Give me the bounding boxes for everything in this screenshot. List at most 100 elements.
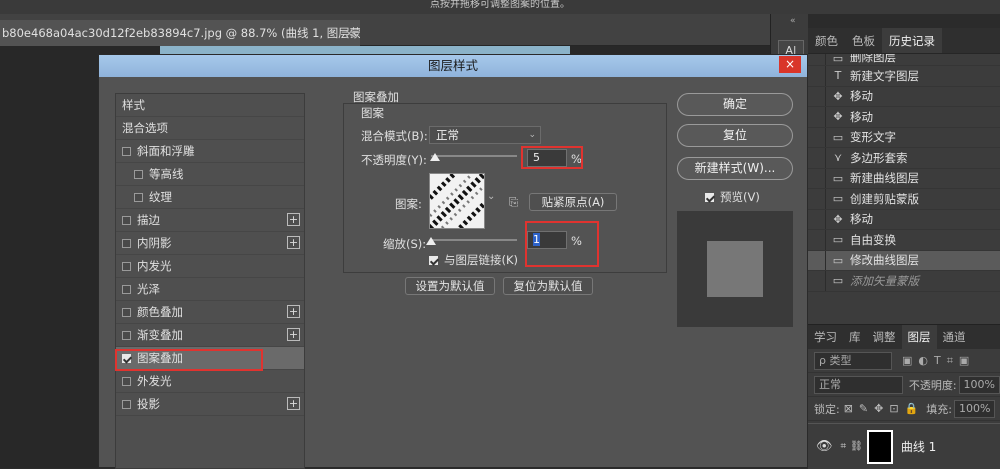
history-brush-slot[interactable] bbox=[808, 250, 826, 270]
style-checkbox[interactable] bbox=[122, 261, 131, 271]
snap-to-origin-button[interactable]: 贴紧原点(A) bbox=[529, 193, 617, 211]
opacity-slider-knob[interactable] bbox=[430, 153, 441, 161]
ok-button[interactable]: 确定 bbox=[677, 93, 793, 116]
style-checkbox[interactable] bbox=[122, 284, 131, 294]
layer-filter-select[interactable]: ρ 类型 bbox=[814, 351, 892, 370]
history-brush-slot[interactable] bbox=[808, 168, 826, 188]
style-item[interactable]: 纹理 bbox=[116, 186, 304, 209]
layer-name[interactable]: 曲线 1 bbox=[901, 438, 936, 455]
preview-checkbox[interactable]: 预览(V) bbox=[705, 189, 760, 205]
history-brush-slot[interactable] bbox=[808, 148, 826, 168]
dialog-title-bar[interactable]: 图层样式 × bbox=[99, 55, 807, 77]
collapse-panels-icon[interactable]: « bbox=[790, 16, 796, 26]
layer-blend-select[interactable]: 正常 bbox=[814, 375, 903, 394]
preview-checkbox-box[interactable] bbox=[705, 192, 714, 202]
style-item[interactable]: 描边 + bbox=[116, 209, 304, 232]
style-item[interactable]: 内阴影 + bbox=[116, 232, 304, 255]
tab-libraries[interactable]: 库 bbox=[843, 325, 867, 349]
style-item[interactable]: 外发光 bbox=[116, 370, 304, 393]
new-preset-icon[interactable]: ⎘ bbox=[509, 195, 518, 210]
set-default-button[interactable]: 设置为默认值 bbox=[405, 277, 495, 295]
history-brush-slot[interactable] bbox=[808, 86, 826, 106]
history-item[interactable]: ▭ 修改曲线图层 bbox=[808, 250, 1000, 271]
style-item[interactable]: 渐变叠加 + bbox=[116, 324, 304, 347]
layer-opacity-field[interactable]: 100% bbox=[958, 375, 1000, 394]
link-checkbox-box[interactable] bbox=[429, 255, 438, 265]
style-checkbox[interactable] bbox=[134, 169, 143, 179]
tab-layers[interactable]: 图层 bbox=[901, 325, 937, 349]
history-brush-slot[interactable] bbox=[808, 230, 826, 250]
tab-adjustments[interactable]: 调整 bbox=[867, 325, 902, 349]
add-effect-icon[interactable]: + bbox=[287, 236, 300, 249]
style-checkbox[interactable] bbox=[134, 192, 143, 202]
history-brush-slot[interactable] bbox=[808, 127, 826, 147]
history-item[interactable]: ⋎ 多边形套索 bbox=[808, 148, 1000, 169]
style-item[interactable]: 斜面和浮雕 bbox=[116, 140, 304, 163]
tab-history[interactable]: 历史记录 bbox=[882, 28, 942, 53]
style-item[interactable]: 样式 bbox=[116, 94, 304, 117]
history-item[interactable]: ▭ 删除图层 bbox=[808, 54, 1000, 66]
style-checkbox[interactable] bbox=[122, 376, 131, 386]
history-item[interactable]: ▭ 新建曲线图层 bbox=[808, 168, 1000, 189]
lock-icons[interactable]: ⊠✎✥⊡🔒 bbox=[844, 402, 925, 415]
history-brush-slot[interactable] bbox=[808, 189, 826, 209]
tab-swatches[interactable]: 色板 bbox=[845, 28, 882, 53]
layer-mask-thumbnail[interactable] bbox=[866, 429, 893, 464]
history-brush-slot[interactable] bbox=[808, 107, 826, 127]
style-list: 样式 混合选项 斜面和浮雕 等高线 纹理 描边 + 内阴影 + 内发光 光泽 颜色叠加 + 渐变叠加 + 图案… bbox=[115, 93, 305, 469]
reset-button[interactable]: 复位 bbox=[677, 124, 793, 147]
history-brush-slot[interactable] bbox=[808, 209, 826, 229]
history-item[interactable]: ✥ 移动 bbox=[808, 209, 1000, 230]
close-dialog-button[interactable]: × bbox=[779, 56, 801, 73]
history-item[interactable]: ▭ 创建剪贴蒙版 bbox=[808, 189, 1000, 210]
visibility-eye-icon[interactable]: 👁 bbox=[816, 439, 833, 454]
highlight-box-pattern-overlay bbox=[115, 349, 263, 371]
layer-row[interactable]: 👁 ⌗ ⛓ 曲线 1 bbox=[808, 423, 1000, 469]
scale-slider-knob[interactable] bbox=[426, 237, 437, 245]
new-style-button[interactable]: 新建样式(W)... bbox=[677, 157, 793, 180]
scale-slider-track[interactable] bbox=[431, 239, 517, 241]
history-item[interactable]: T 新建文字图层 bbox=[808, 66, 1000, 87]
fill-field[interactable]: 100% bbox=[954, 399, 996, 418]
style-item[interactable]: 颜色叠加 + bbox=[116, 301, 304, 324]
style-checkbox[interactable] bbox=[122, 307, 131, 317]
add-effect-icon[interactable]: + bbox=[287, 397, 300, 410]
chain-link-icon[interactable]: ⛓ bbox=[850, 441, 863, 452]
highlight-box-scale bbox=[525, 221, 599, 267]
style-checkbox[interactable] bbox=[122, 330, 131, 340]
style-checkbox[interactable] bbox=[122, 399, 131, 409]
history-item[interactable]: ▭ 自由变换 bbox=[808, 230, 1000, 251]
style-checkbox[interactable] bbox=[122, 215, 131, 225]
pattern-dropdown-icon[interactable]: ⌄ bbox=[487, 191, 495, 202]
close-tab-icon[interactable]: × bbox=[344, 20, 354, 46]
opacity-slider-track[interactable] bbox=[431, 155, 517, 157]
style-checkbox[interactable] bbox=[122, 238, 131, 248]
history-item[interactable]: ✥ 移动 bbox=[808, 107, 1000, 128]
document-tab[interactable]: b80e468a04ac30d12f2eb83894c7.jpg @ 88.7%… bbox=[0, 20, 360, 46]
style-item[interactable]: 内发光 bbox=[116, 255, 304, 278]
pattern-picker[interactable] bbox=[427, 171, 487, 231]
style-item[interactable]: 等高线 bbox=[116, 163, 304, 186]
tab-color[interactable]: 颜色 bbox=[808, 28, 845, 53]
history-item[interactable]: ▭ 变形文字 bbox=[808, 127, 1000, 148]
filter-icons[interactable]: ▣◐T⌗▣ bbox=[902, 354, 975, 368]
style-checkbox[interactable] bbox=[122, 146, 131, 156]
history-brush-slot[interactable] bbox=[808, 66, 826, 86]
style-item[interactable]: 混合选项 bbox=[116, 117, 304, 140]
add-effect-icon[interactable]: + bbox=[287, 213, 300, 226]
reset-default-button[interactable]: 复位为默认值 bbox=[503, 277, 593, 295]
style-item[interactable]: 投影 + bbox=[116, 393, 304, 416]
add-effect-icon[interactable]: + bbox=[287, 305, 300, 318]
add-effect-icon[interactable]: + bbox=[287, 328, 300, 341]
history-item[interactable]: ▭ 添加矢量蒙版 bbox=[808, 271, 1000, 292]
link-with-layer-checkbox[interactable]: 与图层链接(K) bbox=[429, 252, 518, 268]
tab-learn[interactable]: 学习 bbox=[808, 325, 843, 349]
history-brush-slot[interactable] bbox=[808, 271, 826, 291]
blend-mode-select[interactable]: 正常 ⌄ bbox=[429, 126, 541, 144]
history-brush-slot[interactable] bbox=[808, 54, 826, 65]
style-item[interactable]: 光泽 bbox=[116, 278, 304, 301]
clipping-mask-icon: ▭ bbox=[832, 192, 844, 206]
panel-tabs: 颜色 色板 历史记录 bbox=[808, 28, 1000, 54]
tab-channels[interactable]: 通道 bbox=[937, 325, 972, 349]
history-item[interactable]: ✥ 移动 bbox=[808, 86, 1000, 107]
